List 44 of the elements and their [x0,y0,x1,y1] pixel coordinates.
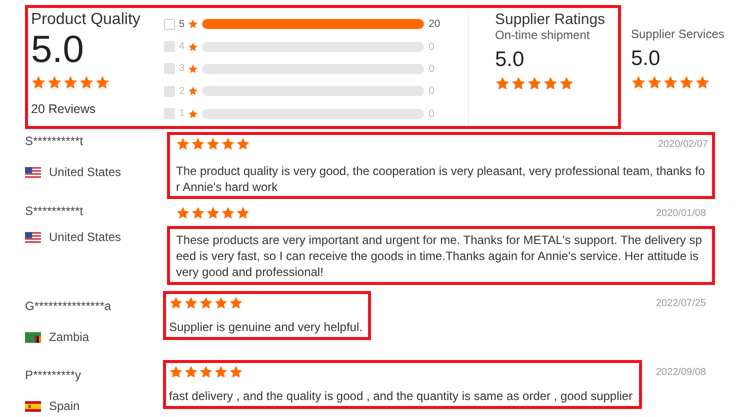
score: 5.0 [31,29,85,71]
rating-count: 0 [428,108,434,120]
rating-label: 4 [179,41,185,52]
review-text: These products are very important and urgent for me. Thanks for METAL's support. The delivery speed is very fast, so I can receive the goods in time.Thanks again for Annie's service. Her attitude is very good and professional! [176,232,703,280]
flag-icon [25,232,41,242]
review-date: 2022/09/08 [656,366,707,378]
rating-label: 3 [179,63,185,74]
rating-count: 0 [428,62,434,75]
review-date: 2022/07/25 [656,297,707,309]
star-icon [188,86,198,96]
section-title: Product Quality [31,11,142,29]
review-date: 2020/02/07 [658,138,708,150]
score: 5.0 [495,48,526,72]
rating-count: 0 [428,40,434,53]
star-icon [188,108,198,119]
rating-count: 20 [428,18,440,30]
country-name: United States [49,165,122,179]
rating-label: 1 [179,108,185,120]
star-icon [188,64,198,74]
reviewer-name: P*********y [25,368,82,382]
reviewer-name: S**********t [25,134,84,148]
flag-icon [25,400,41,412]
review-text: fast delivery , and the quality is good , and the quantity is same as order , good supplier [169,388,633,404]
review-text: Supplier is genuine and very helpful. [169,319,362,335]
country-name: Zambia [49,330,90,344]
rating-label: 5 [179,18,185,30]
star-icon [188,19,198,30]
rating-label: On-time shipment [495,28,591,42]
checkbox[interactable] [164,18,175,30]
country-name: Spain [49,399,80,413]
rating-label: Supplier Services [631,27,724,41]
review-count: 20 Reviews [31,102,97,116]
rating-count: 0 [428,85,434,98]
country-name: United States [49,230,122,244]
reviewer-name: S**********t [25,204,84,218]
section-title: Supplier Ratings [495,11,606,28]
score: 5.0 [631,47,662,71]
review-text: The product quality is very good, the cooperation is very pleasant, very professional team, thanks for Annie's hard work [176,163,706,195]
star-icon [188,42,198,52]
flag-icon [25,332,41,342]
flag-icon [25,166,41,178]
rating-label: 2 [179,86,185,97]
review-date: 2020/01/08 [656,208,706,218]
reviewer-name: G***************a [25,299,112,313]
